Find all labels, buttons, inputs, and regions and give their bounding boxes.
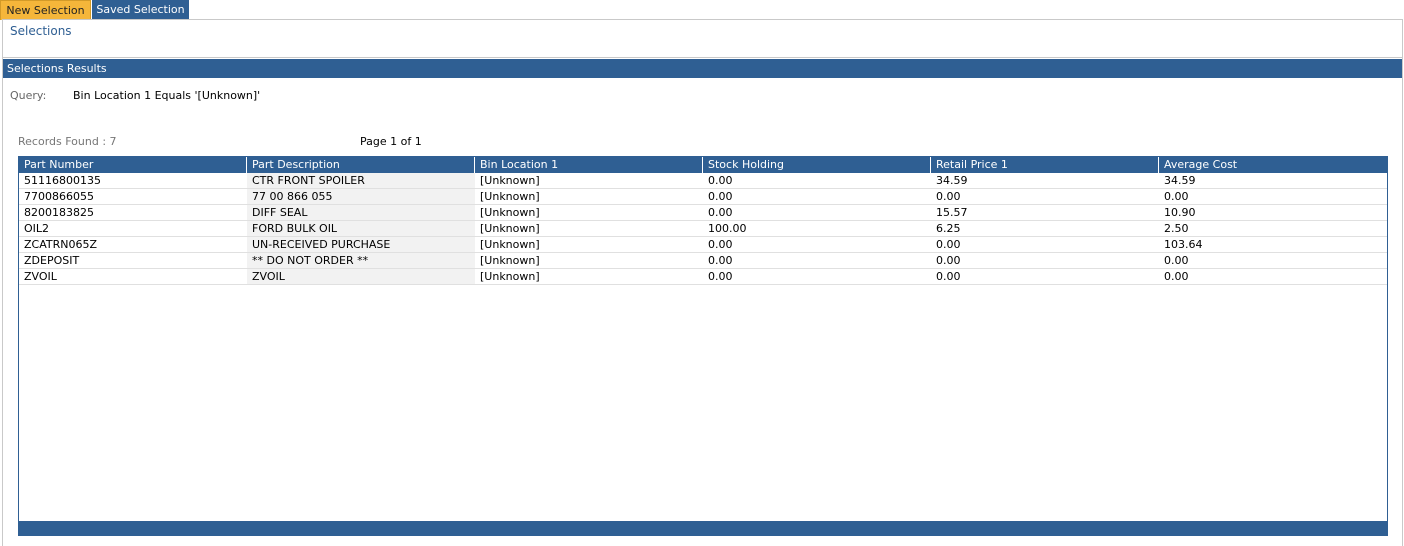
grid-footer-bar [19,521,1387,535]
cell-part-number: ZCATRN065Z [24,238,98,251]
cell-part-number: OIL2 [24,222,50,235]
cell-bin-location: [Unknown] [480,174,540,187]
page-indicator: Page 1 of 1 [360,135,422,148]
cell-part-number: ZDEPOSIT [24,254,80,267]
column-header-stock-holding[interactable]: Stock Holding [703,157,931,173]
cell-part-description: ZVOIL [247,269,475,284]
table-row[interactable]: ZVOIL ZVOIL [Unknown] 0.00 0.00 0.00 [19,269,1387,285]
cell-part-number: 7700866055 [24,190,94,203]
cell-retail-price: 34.59 [936,174,968,187]
table-row[interactable]: OIL2 FORD BULK OIL [Unknown] 100.00 6.25… [19,221,1387,237]
records-found-count: Records Found : 7 [18,135,117,148]
cell-bin-location: [Unknown] [480,222,540,235]
table-row[interactable]: 51116800135 CTR FRONT SPOILER [Unknown] … [19,173,1387,189]
cell-bin-location: [Unknown] [480,270,540,283]
cell-part-description: CTR FRONT SPOILER [247,173,475,188]
cell-stock-holding: 0.00 [708,270,733,283]
cell-retail-price: 0.00 [936,270,961,283]
table-row[interactable]: 8200183825 DIFF SEAL [Unknown] 0.00 15.5… [19,205,1387,221]
cell-part-description: FORD BULK OIL [247,221,475,236]
cell-stock-holding: 0.00 [708,174,733,187]
cell-bin-location: [Unknown] [480,238,540,251]
tab-saved-selection[interactable]: Saved Selection [92,0,189,20]
query-value: Bin Location 1 Equals '[Unknown]' [73,89,261,102]
tab-new-selection[interactable]: New Selection [0,0,91,20]
table-row[interactable]: ZDEPOSIT ** DO NOT ORDER ** [Unknown] 0.… [19,253,1387,269]
cell-bin-location: [Unknown] [480,254,540,267]
selections-title: Selections [10,24,72,38]
table-row[interactable]: ZCATRN065Z UN-RECEIVED PURCHASE [Unknown… [19,237,1387,253]
cell-average-cost: 0.00 [1164,270,1189,283]
cell-part-description: DIFF SEAL [247,205,475,220]
cell-average-cost: 2.50 [1164,222,1189,235]
cell-average-cost: 10.90 [1164,206,1196,219]
cell-retail-price: 15.57 [936,206,968,219]
cell-retail-price: 6.25 [936,222,961,235]
cell-retail-price: 0.00 [936,190,961,203]
cell-bin-location: [Unknown] [480,190,540,203]
divider [3,57,1402,58]
cell-bin-location: [Unknown] [480,206,540,219]
selection-tabs: New Selection Saved Selection [0,0,189,20]
results-section-header: Selections Results [3,59,1402,78]
column-header-part-number[interactable]: Part Number [19,157,247,173]
cell-stock-holding: 100.00 [708,222,747,235]
column-header-average-cost[interactable]: Average Cost [1159,157,1387,173]
cell-part-description: 77 00 866 055 [247,189,475,204]
cell-average-cost: 34.59 [1164,174,1196,187]
cell-part-number: 51116800135 [24,174,101,187]
cell-part-description: ** DO NOT ORDER ** [247,253,475,268]
column-header-part-description[interactable]: Part Description [247,157,475,173]
table-row[interactable]: 7700866055 77 00 866 055 [Unknown] 0.00 … [19,189,1387,205]
cell-part-number: 8200183825 [24,206,94,219]
cell-stock-holding: 0.00 [708,238,733,251]
cell-retail-price: 0.00 [936,254,961,267]
cell-part-number: ZVOIL [24,270,57,283]
cell-retail-price: 0.00 [936,238,961,251]
cell-stock-holding: 0.00 [708,190,733,203]
cell-average-cost: 0.00 [1164,190,1189,203]
cell-average-cost: 0.00 [1164,254,1189,267]
grid-body: 51116800135 CTR FRONT SPOILER [Unknown] … [19,173,1387,285]
cell-average-cost: 103.64 [1164,238,1203,251]
cell-stock-holding: 0.00 [708,206,733,219]
query-label: Query: [10,89,47,102]
cell-part-description: UN-RECEIVED PURCHASE [247,237,475,252]
column-header-retail-price[interactable]: Retail Price 1 [931,157,1159,173]
grid-header-row: Part Number Part Description Bin Locatio… [19,157,1387,173]
column-header-bin-location[interactable]: Bin Location 1 [475,157,703,173]
results-grid: Part Number Part Description Bin Locatio… [18,156,1388,536]
cell-stock-holding: 0.00 [708,254,733,267]
